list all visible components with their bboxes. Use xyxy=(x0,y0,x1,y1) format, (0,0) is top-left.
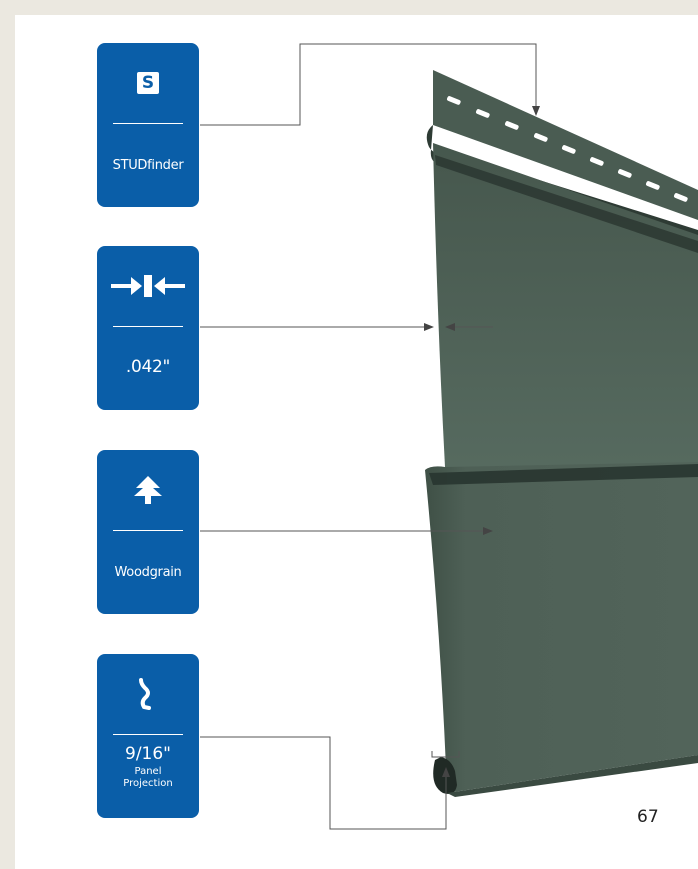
letter-s-icon: S xyxy=(137,72,159,94)
page-number: 67 xyxy=(637,807,659,827)
projection-value: 9/16" xyxy=(125,744,171,764)
brochure-page: S STUDfinder .042" Woodgrain 9/16" Panel… xyxy=(15,15,698,869)
projection-sub-label-2: Projection xyxy=(123,778,173,789)
badge-divider xyxy=(113,326,183,327)
badge-divider xyxy=(113,530,183,531)
tree-icon xyxy=(134,476,162,504)
badge-divider xyxy=(113,123,183,124)
projection-callout-line xyxy=(200,736,447,830)
studfinder-label: STUDfinder xyxy=(112,158,184,173)
badge-divider xyxy=(113,734,183,735)
thickness-badge: .042" xyxy=(97,246,199,410)
studfinder-badge: S STUDfinder xyxy=(97,43,199,207)
curved-arrow-icon xyxy=(139,678,151,710)
woodgrain-label: Woodgrain xyxy=(114,565,182,580)
lower-board xyxy=(425,462,698,793)
projection-badge: 9/16" Panel Projection xyxy=(97,654,199,818)
woodgrain-badge: Woodgrain xyxy=(97,450,199,614)
compress-arrows-icon xyxy=(111,275,185,297)
thickness-label: .042" xyxy=(125,357,171,377)
projection-sub-label-1: Panel xyxy=(134,766,162,777)
